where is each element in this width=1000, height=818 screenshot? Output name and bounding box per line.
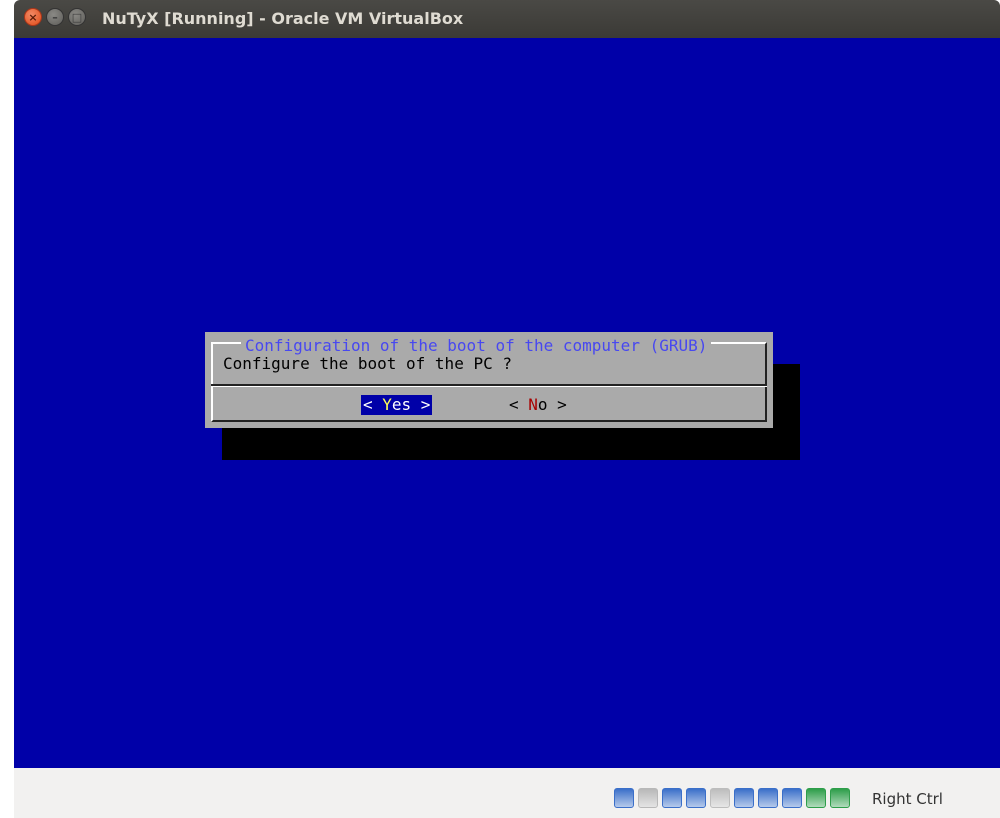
usb-icon[interactable] (710, 788, 730, 808)
title-bar[interactable]: × – □ NuTyX [Running] - Oracle VM Virtua… (14, 0, 1000, 38)
status-icons (614, 788, 850, 808)
minimize-icon[interactable]: – (46, 8, 64, 26)
dialog-title: Configuration of the boot of the compute… (241, 336, 712, 355)
status-bar: Right Ctrl (14, 768, 1000, 818)
host-key-label: Right Ctrl (872, 790, 943, 808)
no-button-hotkey: N (528, 395, 538, 414)
display-icon[interactable] (758, 788, 778, 808)
close-icon[interactable]: × (24, 8, 42, 26)
virtualbox-window: × – □ NuTyX [Running] - Oracle VM Virtua… (14, 0, 1000, 818)
guest-additions-icon[interactable] (806, 788, 826, 808)
dialog-prompt: Configure the boot of the PC ? (223, 354, 512, 373)
audio-icon[interactable] (662, 788, 682, 808)
video-capture-icon[interactable] (782, 788, 802, 808)
mouse-integration-icon[interactable] (830, 788, 850, 808)
no-button[interactable]: < No > (509, 395, 567, 415)
shared-folders-icon[interactable] (734, 788, 754, 808)
no-button-right: > (547, 395, 567, 414)
yes-button-hotkey: Y (382, 395, 392, 414)
grub-config-dialog: Configuration of the boot of the compute… (205, 332, 773, 428)
dialog-separator (211, 384, 767, 387)
yes-button-right: > (411, 395, 431, 414)
optical-drive-icon[interactable] (638, 788, 658, 808)
no-button-rest: o (537, 395, 548, 414)
no-button-left: < (509, 395, 529, 414)
window-title: NuTyX [Running] - Oracle VM VirtualBox (102, 9, 464, 28)
vm-screen[interactable]: Configuration of the boot of the compute… (14, 38, 1000, 768)
yes-button[interactable]: < Yes > (361, 395, 433, 415)
hard-disk-icon[interactable] (614, 788, 634, 808)
yes-button-rest: es (391, 395, 412, 414)
yes-button-left: < (363, 395, 383, 414)
maximize-icon[interactable]: □ (68, 8, 86, 26)
network-icon[interactable] (686, 788, 706, 808)
